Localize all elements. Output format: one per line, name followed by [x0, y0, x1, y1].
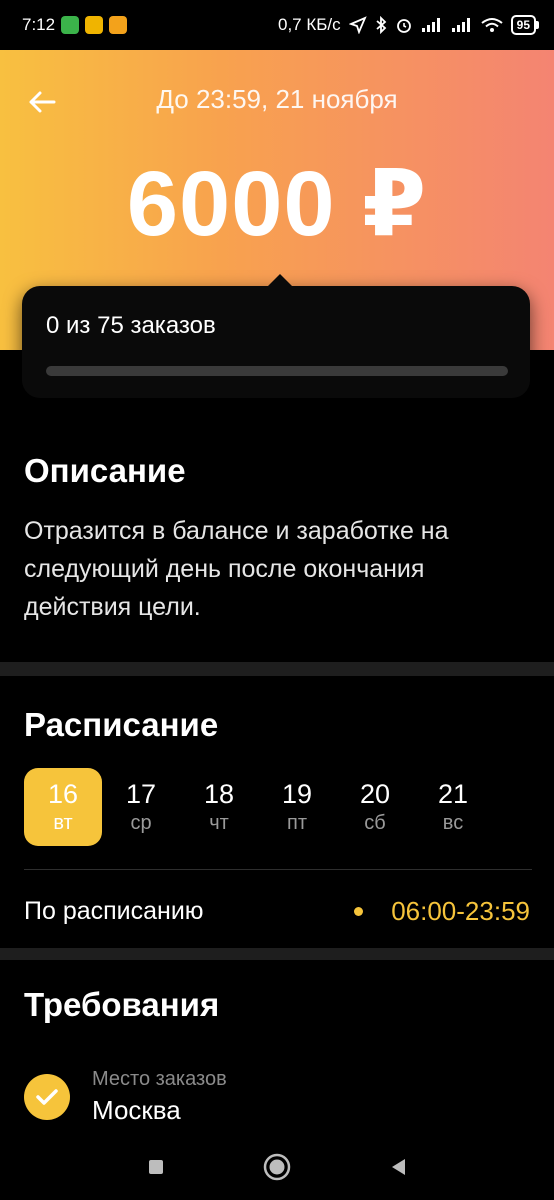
schedule-time: 06:00-23:59 [354, 896, 530, 927]
requirements-title: Требования [24, 986, 220, 1023]
day-weekday: сб [364, 812, 386, 834]
wifi-icon [481, 18, 503, 32]
requirement-item: Место заказов Москва [24, 1068, 227, 1126]
system-nav-bar [0, 1134, 554, 1200]
day-item[interactable]: 18 чт [180, 768, 258, 846]
alarm-icon [396, 19, 411, 33]
network-speed: 0,7 КБ/с [278, 15, 341, 34]
back-triangle-icon [392, 1159, 405, 1175]
schedule-section: Расписание 16 вт 17 ср 18 чт 19 пт 20 сб… [0, 676, 554, 948]
day-item[interactable]: 17 ср [102, 768, 180, 846]
home-button[interactable] [263, 1153, 291, 1181]
goal-deadline: До 23:59, 21 ноября [156, 84, 398, 114]
status-dot-icon [354, 907, 364, 916]
battery-icon: 95 [510, 15, 540, 35]
day-weekday: пт [287, 812, 307, 834]
day-item[interactable]: 19 пт [258, 768, 336, 846]
recents-square-icon [149, 1160, 163, 1174]
signal-icon [421, 18, 440, 32]
n-app-icon [109, 16, 128, 34]
day-number: 17 [125, 779, 157, 809]
requirement-text: Место заказов Москва [92, 1068, 227, 1126]
home-circle-icon [263, 1153, 291, 1181]
progress-text: 0 из 75 заказов [46, 312, 216, 339]
day-item[interactable]: 16 вт [24, 768, 102, 846]
status-bar-left: 7:12 [22, 15, 128, 35]
location-icon [348, 16, 367, 34]
goal-amount: 6000 ₽ [126, 153, 428, 255]
shield-app-icon [61, 16, 80, 34]
back-nav-button[interactable] [389, 1157, 407, 1177]
requirement-value: Москва [92, 1095, 181, 1125]
day-number: 16 [47, 779, 79, 809]
schedule-time-value: 06:00-23:59 [391, 896, 530, 926]
schedule-title: Расписание [24, 706, 219, 743]
check-icon [24, 1074, 70, 1120]
day-number: 20 [359, 779, 391, 809]
schedule-divider [24, 869, 532, 870]
day-weekday: чт [209, 812, 229, 834]
progress-card: 0 из 75 заказов [22, 274, 530, 398]
day-weekday: ср [130, 812, 152, 834]
requirement-label: Место заказов [92, 1068, 227, 1090]
day-number: 19 [281, 779, 313, 809]
section-separator [0, 948, 554, 960]
schedule-row: По расписанию 06:00-23:59 [24, 896, 530, 927]
battery-level: 95 [516, 18, 530, 32]
requirements-section: Требования Место заказов Москва [0, 960, 554, 1140]
wallet-app-icon [85, 16, 104, 34]
day-picker: 16 вт 17 ср 18 чт 19 пт 20 сб 21 вс [24, 768, 492, 846]
bluetooth-icon [376, 16, 386, 34]
description-title: Описание [24, 452, 186, 489]
description-text: Отразится в балансе и заработке на следу… [24, 517, 449, 621]
schedule-row-label: По расписанию [24, 897, 204, 925]
recents-button[interactable] [147, 1158, 165, 1176]
day-weekday: вс [442, 812, 464, 834]
signal-icon [451, 18, 470, 32]
status-time: 7:12 [22, 15, 56, 34]
status-bar-right: 0,7 КБ/с 95 [278, 15, 540, 35]
status-bar: 7:12 0,7 КБ/с 95 [0, 0, 554, 50]
day-item[interactable]: 21 вс [414, 768, 492, 846]
day-number: 18 [203, 779, 235, 809]
day-number: 21 [437, 779, 469, 809]
section-separator [0, 662, 554, 676]
description-section: Описание Отразится в балансе и заработке… [0, 400, 554, 662]
progress-bar [46, 366, 508, 376]
day-item[interactable]: 20 сб [336, 768, 414, 846]
day-weekday: вт [53, 812, 73, 834]
